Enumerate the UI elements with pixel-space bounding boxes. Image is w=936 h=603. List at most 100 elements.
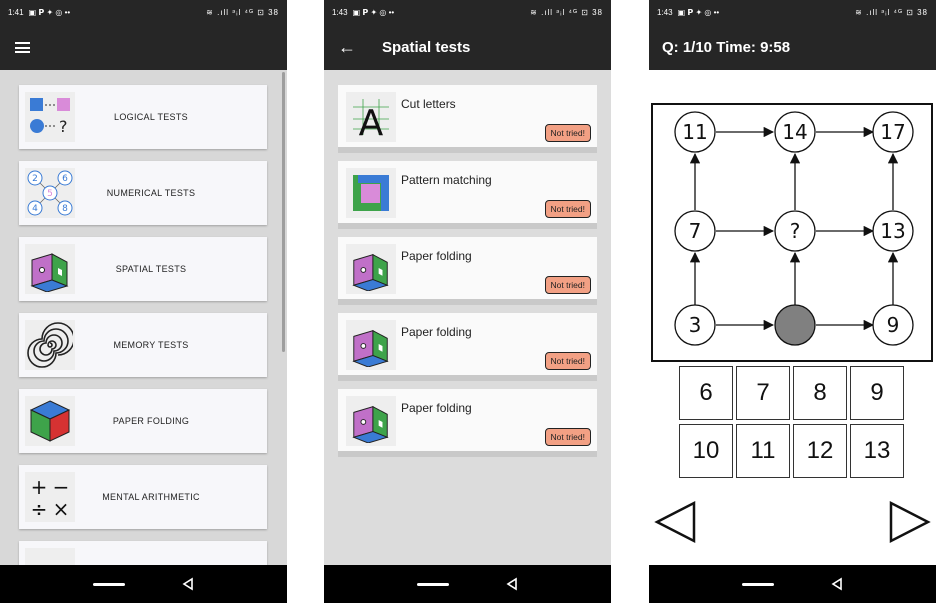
svg-text:3: 3 xyxy=(689,313,702,337)
test-item-paper-folding[interactable]: Paper folding Not tried! xyxy=(338,313,597,381)
answer-grid: 6 7 8 9 10 11 12 13 xyxy=(679,366,904,478)
navigation-bar xyxy=(324,565,611,603)
test-item-pattern-matching[interactable]: Pattern matching Not tried! xyxy=(338,161,597,229)
spatial-cube-icon xyxy=(346,396,396,446)
svg-text:8: 8 xyxy=(62,204,68,214)
category-label: SPATIAL TESTS xyxy=(115,264,187,274)
scrollbar[interactable] xyxy=(282,72,285,352)
test-name: Paper folding xyxy=(401,401,472,415)
spatial-cube-icon xyxy=(346,320,396,370)
arithmetic-operators-icon: + − ÷ × xyxy=(25,472,75,522)
svg-text:A: A xyxy=(359,103,384,139)
question-timer: Q: 1/10 Time: 9:58 xyxy=(662,39,791,56)
puzzle-diagram: 11 14 17 7 ? 13 3 9 xyxy=(651,103,933,362)
svg-text:÷: ÷ xyxy=(31,497,48,520)
navigation-bar xyxy=(649,565,936,603)
answer-option[interactable]: 11 xyxy=(736,424,790,478)
app-bar: ← Spatial tests xyxy=(324,25,611,70)
status-time: 1:41 xyxy=(8,8,24,17)
answer-option[interactable]: 7 xyxy=(736,366,790,420)
svg-text:+: + xyxy=(31,475,48,499)
system-icons: ≋ .ıll ᵊᵢl ⁴ᴳ ⊡ 38 xyxy=(855,8,928,17)
category-logical-tests[interactable]: ? LOGICAL TESTS xyxy=(19,85,267,149)
notification-icons: ▣ 𝗣 ✦ ◎ •• xyxy=(28,8,71,17)
back-triangle-icon[interactable] xyxy=(505,577,519,591)
svg-text:5: 5 xyxy=(47,189,53,199)
home-gesture-bar[interactable] xyxy=(741,582,774,586)
page-title: Spatial tests xyxy=(382,39,471,56)
category-label: LOGICAL TESTS xyxy=(114,112,188,122)
svg-text:−: − xyxy=(53,475,70,499)
status-bar: 1:41 ▣ 𝗣 ✦ ◎ •• ≋ .ıll ᵊᵢl ⁴ᴳ ⊡ 38 xyxy=(0,0,287,25)
category-label: PAPER FOLDING xyxy=(112,416,190,426)
next-arrow-icon[interactable] xyxy=(887,500,931,544)
answer-option[interactable]: 13 xyxy=(850,424,904,478)
category-label: MENTAL ARITHMETIC xyxy=(102,492,200,502)
node: 11 xyxy=(674,111,716,153)
svg-text:7: 7 xyxy=(689,219,702,243)
spatial-tests-screen: 1:43 ▣ 𝗣 ✦ ◎ •• ≋ .ıll ᵊᵢl ⁴ᴳ ⊡ 38 ← Spa… xyxy=(324,0,611,603)
logic-shapes-icon: ? xyxy=(25,92,75,142)
quiz-screen: 1:43 ▣ 𝗣 ✦ ◎ •• ≋ .ıll ᵊᵢl ⁴ᴳ ⊡ 38 Q: 1/… xyxy=(649,0,936,603)
previous-arrow-icon[interactable] xyxy=(654,500,698,544)
test-name: Paper folding xyxy=(401,325,472,339)
node: 14 xyxy=(774,111,816,153)
answer-option[interactable]: 12 xyxy=(793,424,847,478)
notification-icons: ▣ 𝗣 ✦ ◎ •• xyxy=(352,8,395,17)
spatial-cube-icon xyxy=(346,244,396,294)
test-item-cut-letters[interactable]: A Cut letters Not tried! xyxy=(338,85,597,153)
svg-text:4: 4 xyxy=(32,204,38,214)
svg-text:6: 6 xyxy=(62,174,68,184)
status-badge: Not tried! xyxy=(544,428,591,446)
category-list: ? LOGICAL TESTS 2 6 5 4 8 NUMERICAL TEST… xyxy=(19,85,267,603)
status-badge: Not tried! xyxy=(544,352,591,370)
test-item-paper-folding[interactable]: Paper folding Not tried! xyxy=(338,237,597,305)
node-filled xyxy=(774,304,816,346)
spiral-icon xyxy=(25,320,75,370)
svg-text:2: 2 xyxy=(32,174,38,184)
svg-text:×: × xyxy=(53,497,70,520)
svg-text:?: ? xyxy=(59,117,68,136)
home-gesture-bar[interactable] xyxy=(416,582,449,586)
answer-option[interactable]: 10 xyxy=(679,424,733,478)
category-label: NUMERICAL TESTS xyxy=(106,188,196,198)
colored-cube-icon xyxy=(25,396,75,446)
node: 13 xyxy=(872,210,914,252)
number-circles-icon: 2 6 5 4 8 xyxy=(25,168,75,218)
hamburger-menu-icon[interactable] xyxy=(15,42,30,53)
svg-text:9: 9 xyxy=(887,313,900,337)
category-paper-folding[interactable]: PAPER FOLDING xyxy=(19,389,267,453)
answer-option[interactable]: 6 xyxy=(679,366,733,420)
system-icons: ≋ .ıll ᵊᵢl ⁴ᴳ ⊡ 38 xyxy=(530,8,603,17)
category-spatial-tests[interactable]: SPATIAL TESTS xyxy=(19,237,267,301)
category-numerical-tests[interactable]: 2 6 5 4 8 NUMERICAL TESTS xyxy=(19,161,267,225)
node: 7 xyxy=(674,210,716,252)
notification-icons: ▣ 𝗣 ✦ ◎ •• xyxy=(677,8,720,17)
category-label: MEMORY TESTS xyxy=(113,340,189,350)
svg-text:?: ? xyxy=(790,219,801,243)
svg-text:14: 14 xyxy=(782,120,807,144)
category-mental-arithmetic[interactable]: + − ÷ × MENTAL ARITHMETIC xyxy=(19,465,267,529)
system-icons: ≋ .ıll ᵊᵢl ⁴ᴳ ⊡ 38 xyxy=(206,8,279,17)
status-badge: Not tried! xyxy=(544,200,591,218)
answer-option[interactable]: 9 xyxy=(850,366,904,420)
app-bar xyxy=(0,25,287,70)
categories-screen: 1:41 ▣ 𝗣 ✦ ◎ •• ≋ .ıll ᵊᵢl ⁴ᴳ ⊡ 38 ? LOG… xyxy=(0,0,287,603)
status-badge: Not tried! xyxy=(544,124,591,142)
node: 9 xyxy=(872,304,914,346)
pattern-matching-icon xyxy=(346,168,396,218)
cut-letter-icon: A xyxy=(346,92,396,142)
spatial-cube-icon xyxy=(25,244,75,294)
back-triangle-icon[interactable] xyxy=(181,577,195,591)
svg-text:17: 17 xyxy=(880,120,905,144)
svg-text:11: 11 xyxy=(682,120,707,144)
answer-option[interactable]: 8 xyxy=(793,366,847,420)
category-memory-tests[interactable]: MEMORY TESTS xyxy=(19,313,267,377)
home-gesture-bar[interactable] xyxy=(92,582,125,586)
back-triangle-icon[interactable] xyxy=(830,577,844,591)
back-arrow-icon[interactable]: ← xyxy=(338,37,358,58)
test-item-paper-folding[interactable]: Paper folding Not tried! xyxy=(338,389,597,457)
status-bar: 1:43 ▣ 𝗣 ✦ ◎ •• ≋ .ıll ᵊᵢl ⁴ᴳ ⊡ 38 xyxy=(324,0,611,25)
node-unknown: ? xyxy=(774,210,816,252)
status-bar: 1:43 ▣ 𝗣 ✦ ◎ •• ≋ .ıll ᵊᵢl ⁴ᴳ ⊡ 38 xyxy=(649,0,936,25)
